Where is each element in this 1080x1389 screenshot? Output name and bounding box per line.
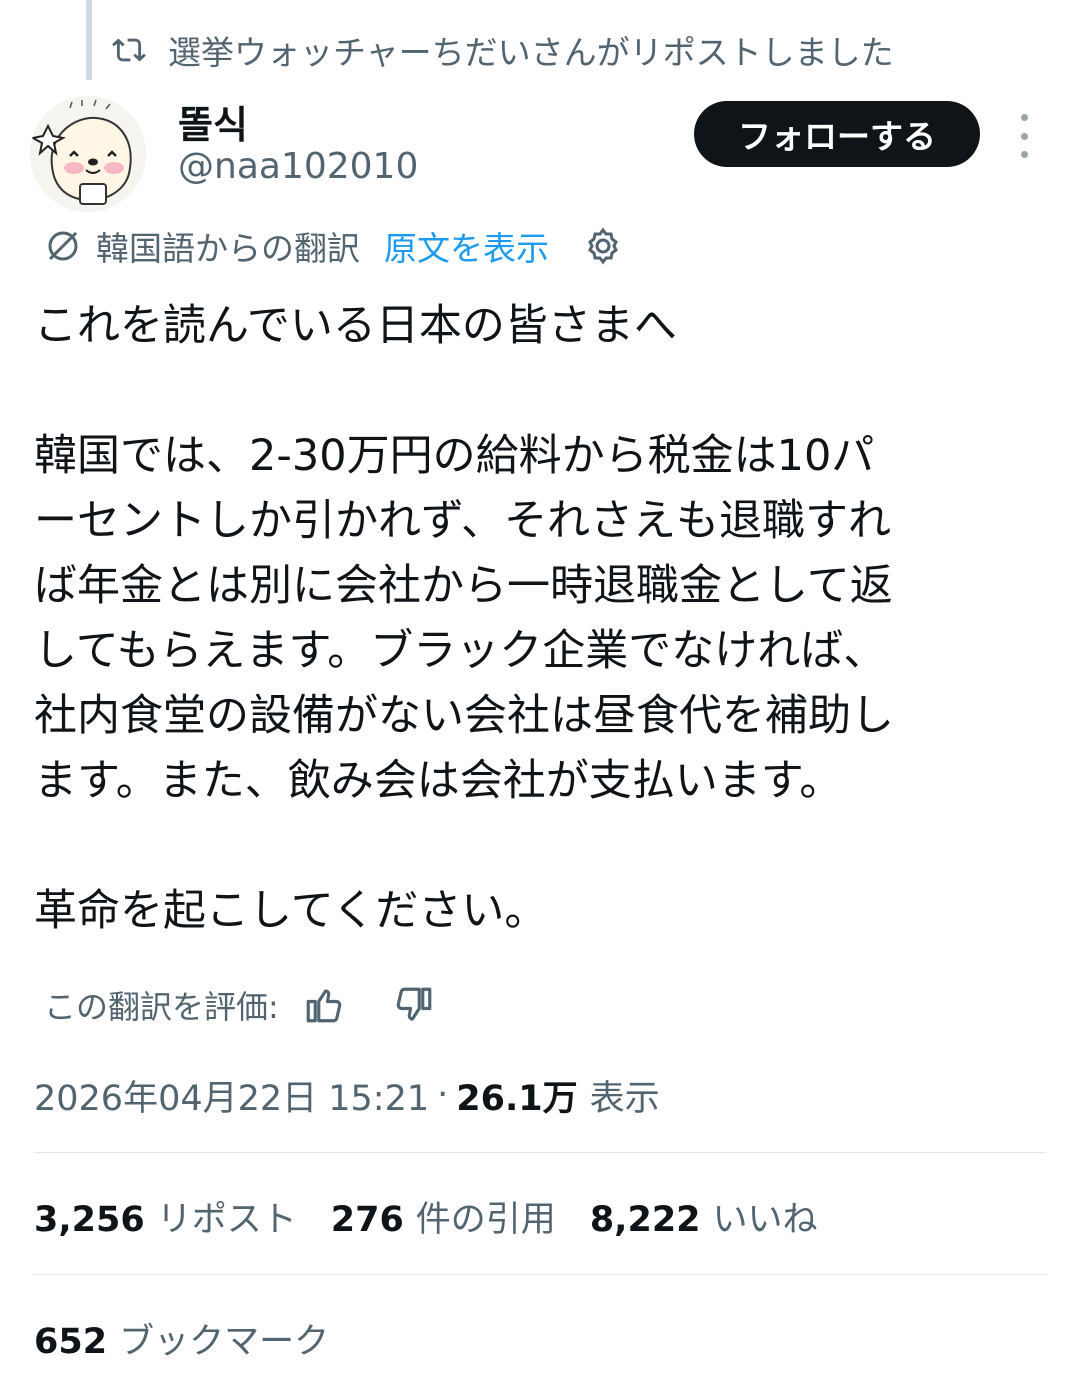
tweet-line: これを読んでいる日本の皆さまへ (34, 301, 677, 351)
tweet-line: 社内食堂の設備がない会社は昼食代を補助し (34, 691, 894, 741)
more-options-icon[interactable] (1014, 114, 1034, 158)
reposts-stat[interactable]: 3,256 リポスト (34, 1191, 297, 1242)
tweet-line: 革命を起こしてください。 (34, 886, 548, 936)
bookmarks-stat[interactable]: 652 ブックマーク (34, 1312, 363, 1364)
repost-icon (112, 38, 146, 62)
repost-text: 選挙ウォッチャーちだいさんがリポストしました (168, 33, 894, 72)
views-label: 表示 (589, 1078, 660, 1119)
gear-icon[interactable] (583, 226, 623, 266)
likes-label: いいね (712, 1199, 818, 1240)
quotes-stat[interactable]: 276 件の引用 (331, 1191, 556, 1242)
show-original-link[interactable]: 原文を表示 (384, 222, 549, 270)
quotes-label: 件の引用 (415, 1199, 556, 1240)
timestamp[interactable]: 2026年04月22日 15:21 (34, 1070, 429, 1121)
follow-button[interactable]: フォローする (694, 101, 980, 167)
divider (34, 1152, 1046, 1153)
tweet-text: これを読んでいる日本の皆さまへ 韓国では、2-30万円の給料から税金は10パ ー… (34, 294, 1044, 944)
bookmarks-label: ブックマーク (119, 1321, 330, 1362)
thumbs-down-icon[interactable] (393, 984, 435, 1026)
divider (34, 1274, 1046, 1275)
translation-language-label: 韓国語からの翻訳 (96, 229, 360, 268)
bookmarks-count: 652 (34, 1321, 108, 1362)
otter-avatar-icon (30, 96, 146, 212)
tweet-line: してもらえます。ブラック企業でなければ、 (34, 626, 887, 676)
rate-translation-label: この翻訳を評価: (44, 988, 279, 1026)
likes-count: 8,222 (589, 1199, 701, 1240)
tweet-line: ます。また、飲み会は会社が支払います。 (34, 756, 843, 806)
avatar[interactable] (30, 96, 146, 212)
author-name[interactable]: 똘식 (178, 94, 248, 149)
quotes-count: 276 (330, 1199, 404, 1240)
translate-icon (48, 231, 78, 261)
reposts-count: 3,256 (34, 1199, 145, 1240)
tweet-line: ーセントしか引かれず、それさえも退職すれ (34, 496, 891, 546)
translation-info: 韓国語からの翻訳 原文を表示 (44, 222, 623, 270)
repost-context[interactable]: 選挙ウォッチャーちだいさんがリポストしました (112, 26, 894, 74)
tweet-line: ば年金とは別に会社から一時退職金として返 (34, 561, 893, 611)
tweet-line: 韓国では、2-30万円の給料から税金は10パ (34, 431, 875, 481)
engagement-stats: 3,256 リポスト 276 件の引用 8,222 いいね (34, 1190, 852, 1242)
views-count: 26.1万 (456, 1078, 578, 1119)
author-handle[interactable]: @naa102010 (178, 146, 418, 187)
likes-stat[interactable]: 8,222 いいね (590, 1191, 818, 1242)
reposts-label: リポスト (156, 1199, 297, 1240)
meta-separator: · (437, 1075, 449, 1115)
rate-translation: この翻訳を評価: (44, 980, 435, 1030)
thumbs-up-icon[interactable] (303, 984, 345, 1026)
thread-connector-line (86, 0, 92, 80)
tweet-meta: 2026年04月22日 15:21 · 26.1万 表示 (34, 1070, 660, 1120)
